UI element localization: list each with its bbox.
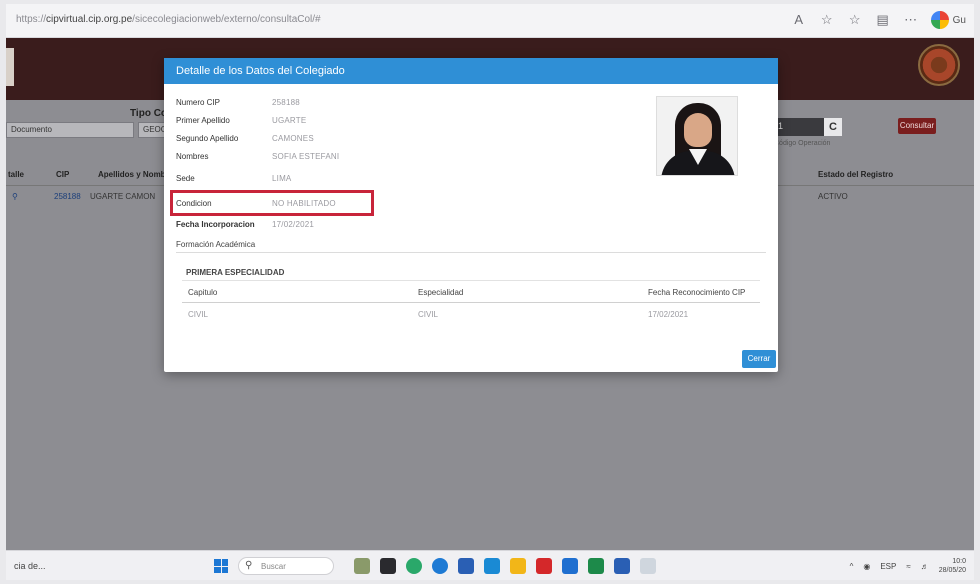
col-fecha-reconocimiento: Fecha Reconocimiento CIP [648, 288, 746, 297]
system-tray: ^ ◉ ESP ≈ ♬ 10:0 28/05/20 [850, 557, 966, 575]
office-icon[interactable] [614, 558, 630, 574]
especialidad-value: CIVIL [418, 310, 439, 319]
field-fecha-incorporacion: Fecha Incorporacion 17/02/2021 [176, 220, 516, 234]
field-value: SOFIA ESTEFANI [272, 152, 340, 161]
browser-toolbar: A ☆ ☆ ▤ ⋯ Gu [791, 11, 966, 29]
field-primer-apellido: Primer Apellido UGARTE [176, 116, 516, 130]
language-indicator[interactable]: ESP [880, 562, 896, 571]
row-name: UGARTE CAMON [90, 192, 156, 201]
screenshot-frame: https://cipvirtual.cip.org.pe/sicecolegi… [6, 4, 974, 580]
field-value: 17/02/2021 [272, 220, 315, 229]
modal-title: Detalle de los Datos del Colegiado [176, 65, 345, 77]
url-path: /sicecolegiacionweb/externo/consultaCol/… [132, 14, 321, 25]
document-type-value: Documento [11, 125, 52, 134]
condicion-highlight-box [170, 190, 374, 216]
close-button[interactable]: Cerrar [742, 350, 776, 368]
read-aloud-icon[interactable]: A [791, 12, 807, 28]
specialty-title: PRIMERA ESPECIALIDAD [186, 268, 285, 277]
field-segundo-apellido: Segundo Apellido CAMONES [176, 134, 516, 148]
url-field[interactable]: https://cipvirtual.cip.org.pe/sicecolegi… [16, 14, 321, 25]
windows-start-icon[interactable] [214, 559, 228, 573]
photo-face [684, 113, 712, 147]
cip-logo-icon [918, 44, 960, 86]
col-estado: Estado del Registro [818, 170, 894, 179]
field-label: Fecha Incorporacion [176, 220, 255, 229]
taskbar-search-input[interactable]: ⚲ Buscar [238, 557, 334, 575]
collections-icon[interactable]: ☆ [847, 12, 863, 28]
field-label: Sede [176, 174, 195, 183]
field-value: UGARTE [272, 116, 307, 125]
profile-icon[interactable] [930, 11, 949, 29]
field-sede: Sede LIMA [176, 174, 516, 188]
colegiado-photo [656, 96, 738, 176]
excel-icon[interactable] [588, 558, 604, 574]
search-icon[interactable]: ⚲ [12, 192, 18, 201]
network-icon[interactable]: ◉ [863, 562, 870, 571]
document-type-select[interactable]: Documento [6, 122, 134, 138]
taskbar-left-text: cia de... [14, 561, 46, 571]
consultar-button[interactable]: Consultar [898, 118, 936, 134]
captcha-hint: Código Operación [774, 140, 831, 147]
search-icon: ⚲ [245, 560, 253, 571]
row-cip: 258188 [54, 192, 81, 201]
capitulo-value: CIVIL [188, 310, 209, 319]
field-label: Numero CIP [176, 98, 221, 107]
field-numero-cip: Numero CIP 258188 [176, 98, 516, 112]
section-divider [176, 252, 766, 253]
task-view-icon[interactable] [380, 558, 396, 574]
specialty-divider [182, 280, 760, 281]
file-explorer-icon[interactable] [510, 558, 526, 574]
word-icon[interactable] [562, 558, 578, 574]
acrobat-icon[interactable] [536, 558, 552, 574]
captcha-input[interactable]: 1 [774, 118, 824, 136]
specialty-header-divider [182, 302, 760, 303]
taskbar-clock[interactable]: 10:0 28/05/20 [939, 557, 966, 575]
captcha-refresh-button[interactable]: C [824, 118, 842, 136]
col-capitulo: Capitulo [188, 288, 218, 297]
chevron-up-icon[interactable]: ^ [850, 562, 854, 571]
field-value: 258188 [272, 98, 300, 107]
more-icon[interactable]: ⋯ [903, 12, 919, 28]
specialty-panel: PRIMERA ESPECIALIDAD Capitulo Especialid… [182, 262, 760, 336]
search-placeholder: Buscar [261, 562, 286, 571]
mail-icon[interactable] [484, 558, 500, 574]
clock-date: 28/05/20 [938, 567, 966, 574]
volume-icon[interactable]: ♬ [921, 562, 929, 571]
app-side-strip [6, 48, 14, 86]
taskbar-apps [354, 558, 656, 574]
col-especialidad: Especialidad [418, 288, 464, 297]
col-cip: CIP [56, 170, 70, 179]
url-prefix: https:// [16, 14, 47, 25]
field-value: CAMONES [272, 134, 314, 143]
fecha-reconocimiento-value: 17/02/2021 [648, 310, 689, 319]
field-label: Segundo Apellido [176, 134, 239, 143]
field-label: Primer Apellido [176, 116, 230, 125]
chrome-icon[interactable] [406, 558, 422, 574]
formacion-academica-title: Formación Académica [176, 240, 256, 249]
col-apellidos: Apellidos y Nomb [98, 170, 166, 179]
windows-taskbar: cia de... ⚲ Buscar ^ ◉ ESP ≈ ♬ 10:0 28/0… [6, 550, 974, 580]
clock-time: 10:0 [952, 558, 966, 565]
field-label: Nombres [176, 152, 209, 161]
field-nombres: Nombres SOFIA ESTEFANI [176, 152, 516, 166]
tipo-label: Tipo Co [130, 108, 168, 119]
wifi-icon[interactable]: ≈ [906, 562, 910, 571]
widget-icon[interactable] [354, 558, 370, 574]
row-estado: ACTIVO [818, 192, 848, 201]
browser-address-bar: https://cipvirtual.cip.org.pe/sicecolegi… [6, 4, 974, 38]
store-icon[interactable] [458, 558, 474, 574]
colegiado-detail-modal: Detalle de los Datos del Colegiado Numer… [164, 58, 778, 372]
col-detalle: talle [8, 170, 25, 179]
url-host: cipvirtual.cip.org.pe [46, 14, 133, 25]
extensions-icon[interactable]: ▤ [875, 12, 891, 28]
favorite-icon[interactable]: ☆ [819, 12, 835, 28]
field-value: LIMA [272, 174, 292, 183]
modal-header: Detalle de los Datos del Colegiado [164, 58, 778, 84]
edge-icon[interactable] [432, 558, 448, 574]
profile-label: Gu [952, 14, 966, 26]
captcha-value: 1 [778, 121, 784, 131]
document-icon[interactable] [640, 558, 656, 574]
